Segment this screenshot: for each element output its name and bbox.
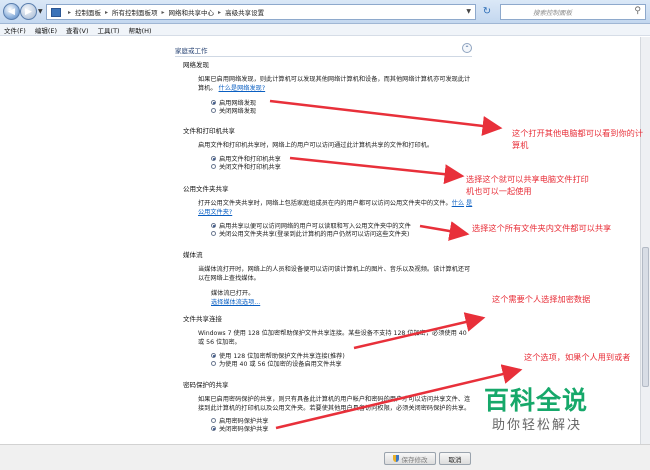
menu-file[interactable]: 文件(F)	[4, 25, 26, 35]
chevron-right-icon: ▸	[68, 8, 72, 16]
search-placeholder: 搜索控制面板	[533, 9, 572, 17]
breadcrumb: ▸ 控制面板 ▸ 所有控制面板项 ▸ 网络和共享中心 ▸ 高级共享设置	[64, 7, 264, 18]
watermark-title: 百科全说	[484, 386, 589, 415]
section-file-sharing-connections: 文件共享连接 Windows 7 使用 128 位加密帮助保护文件共享连接。某些…	[183, 313, 473, 368]
radio-selected-icon[interactable]	[211, 155, 216, 161]
section-file-printer: 文件和打印机共享 启用文件和打印机共享时，网络上的用户可以访问通过此计算机共享的…	[183, 125, 473, 171]
section-title: 公用文件夹共享	[183, 185, 229, 193]
group-title: 家庭或工作	[175, 47, 208, 55]
section-password-sharing: 密码保护的共享 如果已启用密码保护的共享，则只有具备此计算机的用户帐户和密码的用…	[183, 379, 473, 433]
refresh-icon[interactable]: ↻	[480, 5, 494, 19]
section-title: 文件共享连接	[183, 315, 222, 323]
option-label: 关闭文件和打印机共享	[219, 163, 281, 171]
menu-view[interactable]: 查看(V)	[66, 25, 89, 35]
section-public-folder: 公用文件夹共享 打开公用文件夹共享时，网络上包括家庭组成员在内的用户都可以访问公…	[183, 183, 473, 238]
media-options-link[interactable]: 选择媒体流选项...	[211, 298, 411, 307]
history-dropdown-icon[interactable]: ▼	[38, 8, 43, 15]
radio-selected-icon[interactable]	[211, 425, 216, 431]
scrollbar-thumb[interactable]	[642, 247, 649, 387]
option-label: 关闭网络发现	[219, 107, 257, 115]
watermark-subtitle: 助你轻松解决	[492, 418, 583, 433]
save-button[interactable]: 保存修改	[384, 452, 436, 465]
search-icon[interactable]: ⚲	[634, 6, 641, 16]
annotation-4: 这个需要个人选择加密数据	[492, 294, 591, 304]
option-label: 关闭公用文件夹共享(登录到此计算机的用户仍然可以访问这些文件夹)	[219, 230, 410, 238]
description-text: 打开公用文件夹共享时，网络上包括家庭组成员在内的用户都可以访问公用文件夹中的文件…	[198, 200, 452, 207]
radio-40-56bit[interactable]: 为使用 40 或 56 位加密的设备启用文件共享	[211, 359, 473, 368]
section-title: 文件和打印机共享	[183, 127, 235, 135]
control-panel-icon	[51, 7, 61, 17]
arrow-right-icon: ▶	[25, 6, 32, 17]
chevron-right-icon: ▸	[105, 8, 109, 16]
section-description: 启用文件和打印机共享时，网络上的用户可以访问通过此计算机共享的文件和打印机。	[198, 142, 434, 149]
section-description: 当媒体流打开时，网络上的人员和设备便可以访问该计算机上的图片、音乐以及视频。该计…	[198, 266, 471, 282]
arrow-left-icon: ◀	[8, 6, 15, 17]
breadcrumb-item[interactable]: 所有控制面板项	[112, 7, 158, 17]
radio-selected-icon[interactable]	[211, 222, 216, 228]
collapse-button[interactable]: ⌃	[462, 43, 472, 53]
breadcrumb-item[interactable]: 高级共享设置	[225, 7, 264, 17]
menu-bar: 文件(F) 编辑(E) 查看(V) 工具(T) 帮助(H)	[0, 24, 650, 36]
menu-help[interactable]: 帮助(H)	[129, 25, 152, 35]
radio-disable-public-folder[interactable]: 关闭公用文件夹共享(登录到此计算机的用户仍然可以访问这些文件夹)	[211, 229, 473, 238]
breadcrumb-item[interactable]: 控制面板	[75, 7, 101, 17]
radio-icon[interactable]	[211, 417, 216, 423]
vertical-scrollbar[interactable]	[640, 37, 650, 444]
radio-disable-file-printer[interactable]: 关闭文件和打印机共享	[211, 162, 473, 171]
radio-icon[interactable]	[211, 360, 216, 366]
section-media-streaming: 媒体流 当媒体流打开时，网络上的人员和设备便可以访问该计算机上的图片、音乐以及视…	[183, 249, 473, 307]
radio-icon[interactable]	[211, 107, 216, 113]
radio-icon[interactable]	[211, 230, 216, 236]
divider	[175, 56, 472, 57]
help-link[interactable]: 什么是网络发现?	[219, 85, 266, 92]
radio-selected-icon[interactable]	[211, 352, 216, 358]
chevron-right-icon: ▸	[161, 8, 165, 16]
radio-disable-discovery[interactable]: 关闭网络发现	[211, 106, 473, 115]
help-link-part1[interactable]: 什么	[452, 200, 464, 207]
chevron-right-icon: ▸	[218, 8, 222, 16]
section-title: 密码保护的共享	[183, 381, 229, 389]
section-network-discovery: 网络发现 如果已启用网络发现，则此计算机可以发现其他网络计算机和设备，而其他网络…	[183, 59, 473, 115]
radio-selected-icon[interactable]	[211, 99, 216, 105]
menu-edit[interactable]: 编辑(E)	[35, 25, 57, 35]
address-field[interactable]: ▸ 控制面板 ▸ 所有控制面板项 ▸ 网络和共享中心 ▸ 高级共享设置 ▼	[46, 4, 476, 20]
cancel-button[interactable]: 取消	[439, 452, 471, 465]
section-description: 打开公用文件夹共享时，网络上包括家庭组成员在内的用户都可以访问公用文件夹中的文件…	[198, 199, 473, 217]
media-status: 媒体流已打开。 选择媒体流选项...	[211, 289, 411, 307]
section-title: 媒体流	[183, 251, 203, 259]
breadcrumb-item[interactable]: 网络和共享中心	[169, 7, 215, 17]
bottom-bar: 保存修改 取消	[0, 444, 650, 470]
annotation-1: 这个打开其他电脑都可以看到你的计算机	[512, 128, 644, 150]
annotation-3: 选择这个所有文件夹内文件都可以共享	[472, 223, 612, 233]
chevron-up-icon: ⌃	[464, 44, 470, 52]
section-description: 如果已启用网络发现，则此计算机可以发现其他网络计算机和设备，而其他网络计算机亦可…	[198, 75, 473, 93]
section-description: 如果已启用密码保护的共享，则只有具备此计算机的用户帐户和密码的用户才可以访问共享…	[198, 396, 471, 412]
chevron-down-icon[interactable]: ▼	[466, 8, 471, 15]
radio-disable-password[interactable]: 关闭密码保护共享	[211, 424, 473, 433]
uac-shield-icon	[392, 455, 399, 462]
address-bar: ◀ ▶ ▼ ▸ 控制面板 ▸ 所有控制面板项 ▸ 网络和共享中心 ▸ 高级共享设…	[0, 0, 650, 24]
option-label: 为使用 40 或 56 位加密的设备启用文件共享	[219, 360, 342, 368]
save-label: 保存修改	[401, 455, 428, 464]
section-description: Windows 7 使用 128 位加密帮助保护文件共享连接。某些设备不支持 1…	[198, 330, 467, 346]
annotation-5: 这个选项，如果个人用到或者	[524, 352, 631, 362]
option-label: 关闭密码保护共享	[219, 425, 269, 433]
section-title: 网络发现	[183, 61, 209, 69]
back-button[interactable]: ◀	[3, 3, 20, 20]
menu-tools[interactable]: 工具(T)	[98, 25, 120, 35]
forward-button[interactable]: ▶	[20, 3, 37, 20]
media-status-text: 媒体流已打开。	[211, 290, 255, 297]
annotation-2: 选择这个就可以共享电脑文件打印机也可以一起使用	[466, 174, 589, 196]
radio-icon[interactable]	[211, 163, 216, 169]
search-input[interactable]: 搜索控制面板 ⚲	[500, 4, 646, 20]
